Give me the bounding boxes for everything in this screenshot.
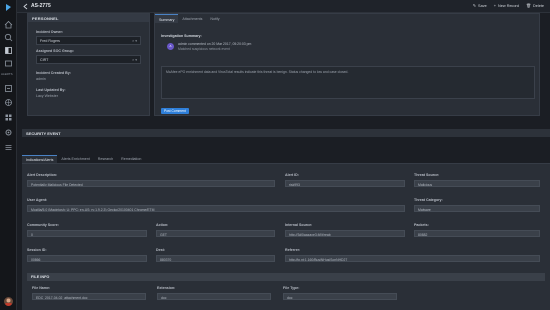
- record-title: AS-2775: [31, 3, 51, 9]
- user-avatar[interactable]: [4, 297, 13, 306]
- session-id-field[interactable]: 00866: [27, 255, 147, 262]
- save-button[interactable]: ✎ Save: [473, 3, 487, 8]
- alert-description-label: Alert Description:: [27, 173, 58, 177]
- dest-label: Dest:: [156, 248, 165, 252]
- updated-by-label: Last Updated By:: [36, 88, 66, 92]
- search-icon[interactable]: [4, 33, 13, 42]
- save-icon: ✎: [472, 3, 477, 8]
- summary-title: Investigation Summary:: [161, 34, 202, 38]
- owner-label: Incident Owner:: [36, 30, 64, 34]
- threat-source-label: Threat Source:: [414, 173, 440, 177]
- alert-id-label: Alert ID:: [285, 173, 299, 177]
- tab-summary[interactable]: Summary: [155, 14, 179, 23]
- file-info-heading: FILE INFO: [27, 273, 545, 281]
- alert-id-field[interactable]: risk993: [285, 180, 405, 187]
- gear-icon[interactable]: [4, 128, 13, 137]
- referrer-field[interactable]: http://ip.nt:1.160/BusiNHusiSonNHD27: [285, 255, 540, 262]
- group-value: CIRT: [40, 58, 49, 62]
- globe-icon[interactable]: [4, 98, 13, 107]
- threat-category-field[interactable]: Malware: [414, 205, 540, 212]
- internal-source-field[interactable]: http://3d0jaazaxe3.fi/i/t/reab: [285, 230, 405, 237]
- action-label: Action:: [156, 223, 169, 227]
- security-event-heading: SECURITY EVENT: [22, 129, 550, 137]
- owner-value: Fred Rogers: [40, 39, 60, 43]
- alert-description-field[interactable]: Potentially Malicious File Detected: [27, 180, 275, 187]
- threat-source-field[interactable]: Malicious: [414, 180, 540, 187]
- record-actions: ✎ Save + New Record 🗑 Delete: [473, 3, 544, 8]
- group-label: Assigned SOC Group:: [36, 49, 74, 53]
- extension-field[interactable]: doc: [157, 293, 271, 300]
- delete-button[interactable]: 🗑 Delete: [526, 3, 544, 8]
- comment-meta: admin commented on 20 Mar 2017, 05:20:03…: [178, 42, 252, 46]
- file-type-field[interactable]: doc: [283, 293, 397, 300]
- community-score-field[interactable]: 0: [27, 230, 147, 237]
- top-bar: AS-2775 ✎ Save + New Record 🗑 Delete: [17, 0, 550, 13]
- file-name-label: File Name:: [32, 286, 51, 290]
- group-select[interactable]: CIRT × ▾: [36, 55, 141, 64]
- personnel-card: PERSONNEL Incident Owner: Fred Rogers × …: [27, 13, 150, 116]
- created-by-label: Incident Created By:: [36, 71, 71, 75]
- logo-icon[interactable]: [4, 3, 13, 12]
- file-name-field[interactable]: EDC_2017-04-02_attachment.doc: [32, 293, 146, 300]
- comment-avatar: A: [167, 43, 174, 50]
- personnel-heading: PERSONNEL: [28, 14, 149, 22]
- user-agent-field[interactable]: Mozilla/5.0 (Macintosh; U; PPC; en-US; r…: [27, 205, 405, 212]
- action-field[interactable]: GET: [156, 230, 275, 237]
- referrer-label: Referrer:: [285, 248, 301, 252]
- left-rail: ALERTS: [0, 0, 17, 310]
- threat-category-label: Threat Category:: [414, 198, 443, 202]
- alerts-icon[interactable]: [4, 84, 13, 93]
- clear-dropdown-icon[interactable]: × ▾: [132, 39, 137, 43]
- plus-icon: +: [493, 3, 497, 8]
- comment-text: Matched suspicious network event: [178, 47, 230, 51]
- packets-label: Packets:: [414, 223, 429, 227]
- back-arrow-icon[interactable]: [22, 3, 29, 10]
- owner-select[interactable]: Fred Rogers × ▾: [36, 36, 141, 45]
- new-record-button[interactable]: + New Record: [494, 3, 519, 8]
- summary-tabs: Summary Attachments Notify: [155, 14, 224, 23]
- updated-by-value: Lacy Webster: [36, 94, 58, 98]
- internal-source-label: Internal Source:: [285, 223, 313, 227]
- created-by-value: admin: [36, 77, 46, 81]
- clear-dropdown-icon[interactable]: × ▾: [132, 58, 137, 62]
- home-icon[interactable]: [4, 20, 13, 29]
- file-type-label: File Type:: [283, 286, 300, 290]
- post-comment-button[interactable]: Post Comment: [161, 108, 189, 114]
- grid-icon[interactable]: [4, 113, 13, 122]
- alerts-label: ALERTS: [1, 72, 13, 76]
- tab-notify[interactable]: Notify: [206, 14, 223, 23]
- workspace-icon[interactable]: [4, 59, 13, 68]
- packets-field[interactable]: 80882: [414, 230, 540, 237]
- user-agent-label: User Agent:: [27, 198, 48, 202]
- session-id-label: Session ID:: [27, 248, 47, 252]
- app-icon[interactable]: [4, 46, 13, 55]
- tab-attachments[interactable]: Attachments: [178, 14, 206, 23]
- community-score-label: Community Score:: [27, 223, 59, 227]
- extension-label: Extension:: [157, 286, 176, 290]
- trash-icon: 🗑: [525, 3, 532, 8]
- menu-icon[interactable]: [4, 143, 13, 152]
- dest-field[interactable]: 880370: [156, 255, 275, 262]
- summary-card: Summary Attachments Notify Investigation…: [154, 13, 540, 116]
- summary-textarea[interactable]: McAfee ePO enrichment data and VirusTota…: [161, 66, 535, 99]
